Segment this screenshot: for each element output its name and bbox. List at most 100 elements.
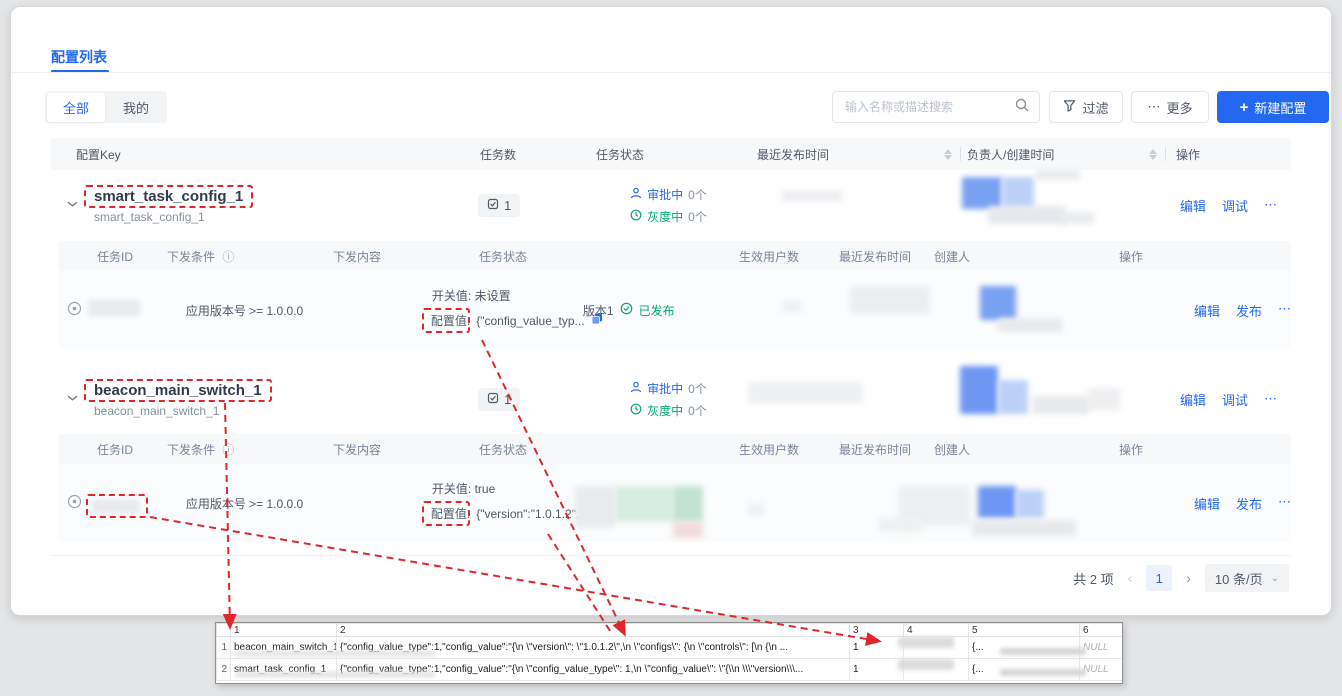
chevron-down-icon[interactable] bbox=[67, 394, 78, 404]
edit-link[interactable]: 编辑 bbox=[1180, 390, 1206, 409]
config-label: 配置值: bbox=[431, 505, 470, 522]
more-button[interactable]: ⋯ 更多 bbox=[1131, 91, 1209, 123]
config-key-link[interactable]: smart_task_config_1 bbox=[84, 185, 253, 208]
table-row: beacon_main_switch_1 beacon_main_switch_… bbox=[51, 364, 1291, 434]
table-header: 配置Key 任务数 任务状态 最近发布时间 负责人/创建时间 操作 bbox=[51, 138, 1291, 170]
edit-link[interactable]: 编辑 bbox=[1180, 196, 1206, 215]
screenshot-stage: 配置列表 全部 我的 过滤 ⋯ 更多 + 新建配置 bbox=[0, 0, 1342, 696]
info-icon[interactable]: ⓘ bbox=[222, 250, 234, 264]
db-col-3: 3 bbox=[850, 624, 904, 637]
person-icon bbox=[630, 381, 642, 396]
db-col-4: 4 bbox=[904, 624, 969, 637]
next-page-icon[interactable]: › bbox=[1186, 570, 1191, 586]
db-col-1: 1 bbox=[231, 624, 337, 637]
more-label: 更多 bbox=[1166, 98, 1192, 117]
sub-edit-link[interactable]: 编辑 bbox=[1194, 494, 1220, 513]
config-key-link[interactable]: beacon_main_switch_1 bbox=[84, 379, 272, 402]
clipboard-check-icon bbox=[487, 198, 499, 213]
owner-redacted bbox=[961, 170, 1166, 240]
scope-segmented-control: 全部 我的 bbox=[45, 91, 167, 123]
tab-all[interactable]: 全部 bbox=[47, 93, 105, 122]
debug-link[interactable]: 调试 bbox=[1222, 390, 1248, 409]
expanded-task-panel: 任务ID 下发条件 ⓘ 下发内容 任务状态 生效用户数 最近发布时间 创建人 操… bbox=[59, 241, 1291, 349]
row-more-icon[interactable]: ⋯ bbox=[1264, 197, 1277, 213]
sub-publish-link[interactable]: 发布 bbox=[1236, 494, 1262, 513]
column-sub-status: 任务状态 bbox=[473, 441, 739, 458]
page-size-select[interactable]: 10 条/页 ⌄ bbox=[1205, 564, 1289, 592]
task-condition: 应用版本号 >= 1.0.0.0 bbox=[158, 495, 320, 512]
sub-publish-link[interactable]: 发布 bbox=[1236, 301, 1262, 320]
ellipsis-icon: ⋯ bbox=[1147, 99, 1160, 115]
check-circle-icon bbox=[620, 302, 633, 318]
status-gray-count: 0个 bbox=[688, 208, 707, 225]
db-null-cell: NULL bbox=[1080, 659, 1124, 681]
config-value-annotated: 配置值: {"config_value_typ... bbox=[422, 308, 470, 333]
db-col-2: 2 bbox=[337, 624, 850, 637]
prev-page-icon[interactable]: ‹ bbox=[1128, 570, 1133, 586]
status-approving-count: 0个 bbox=[688, 380, 707, 397]
column-task-id: 任务ID bbox=[87, 441, 159, 458]
status-approving-label: 审批中 bbox=[647, 186, 683, 203]
sort-icon[interactable] bbox=[944, 149, 952, 160]
page-title[interactable]: 配置列表 bbox=[51, 47, 107, 67]
total-count: 共 2 项 bbox=[1073, 569, 1113, 588]
column-actions: 操作 bbox=[1166, 138, 1291, 170]
status-gray-label: 灰度中 bbox=[647, 208, 683, 225]
owner-redacted bbox=[961, 364, 1166, 434]
tab-mine[interactable]: 我的 bbox=[107, 93, 165, 122]
column-creator: 创建人 bbox=[934, 441, 1099, 458]
db-config-key: beacon_main_switch_1 bbox=[231, 637, 337, 659]
published-state: 已发布 bbox=[639, 302, 675, 319]
expanded-task-panel: 任务ID 下发条件 ⓘ 下发内容 任务状态 生效用户数 最近发布时间 创建人 操… bbox=[59, 434, 1291, 542]
column-task-count: 任务数 bbox=[466, 138, 586, 170]
clipboard-check-icon bbox=[487, 392, 499, 407]
db-config-json: {"config_value_type":1,"config_value":"{… bbox=[337, 659, 850, 681]
search-input[interactable] bbox=[843, 99, 1015, 115]
search-box[interactable] bbox=[832, 91, 1040, 123]
config-value: {"version":"1.0.1.2"... bbox=[476, 507, 586, 521]
row-more-icon[interactable]: ⋯ bbox=[1264, 391, 1277, 407]
column-content: 下发内容 bbox=[323, 441, 473, 458]
sort-icon[interactable] bbox=[1149, 149, 1157, 160]
pagination-divider bbox=[51, 555, 1291, 556]
sub-edit-link[interactable]: 编辑 bbox=[1194, 301, 1220, 320]
clock-icon bbox=[630, 403, 642, 418]
status-approving-count: 0个 bbox=[688, 186, 707, 203]
config-key-subtitle: smart_task_config_1 bbox=[84, 210, 205, 224]
column-users: 生效用户数 bbox=[739, 248, 839, 265]
create-label: 新建配置 bbox=[1254, 98, 1306, 117]
column-task-status: 任务状态 bbox=[586, 138, 751, 170]
task-count-badge: 1 bbox=[478, 388, 520, 411]
chevron-down-icon[interactable] bbox=[67, 200, 78, 210]
db-config-key: smart_task_config_1 bbox=[231, 659, 337, 681]
expand-circle-icon[interactable] bbox=[67, 498, 82, 512]
config-value-annotated: 配置值: {"version":"1.0.1.2"... bbox=[422, 501, 470, 526]
column-config-key: 配置Key bbox=[51, 138, 466, 170]
info-icon[interactable]: ⓘ bbox=[222, 443, 234, 457]
status-gray-label: 灰度中 bbox=[647, 402, 683, 419]
debug-link[interactable]: 调试 bbox=[1222, 196, 1248, 215]
task-count-badge: 1 bbox=[478, 194, 520, 217]
column-owner: 负责人/创建时间 bbox=[961, 138, 1166, 170]
config-label: 配置值: bbox=[431, 312, 470, 329]
db-null-cell: NULL bbox=[1080, 637, 1124, 659]
column-sub-actions: 操作 bbox=[1099, 441, 1291, 458]
sub-more-icon[interactable]: ⋯ bbox=[1278, 301, 1291, 320]
filter-label: 过滤 bbox=[1082, 98, 1108, 117]
filter-button[interactable]: 过滤 bbox=[1049, 91, 1123, 123]
config-list-card: 配置列表 全部 我的 过滤 ⋯ 更多 + 新建配置 bbox=[10, 6, 1332, 616]
expand-circle-icon[interactable] bbox=[67, 305, 82, 319]
db-header-row: 1 2 3 4 5 6 bbox=[217, 624, 1124, 637]
sub-more-icon[interactable]: ⋯ bbox=[1278, 494, 1291, 513]
search-icon[interactable] bbox=[1015, 98, 1029, 117]
column-content: 下发内容 bbox=[323, 248, 473, 265]
db-cell: 1 bbox=[850, 659, 904, 681]
copy-icon[interactable] bbox=[592, 506, 604, 521]
db-cell-redacted bbox=[904, 659, 969, 681]
create-config-button[interactable]: + 新建配置 bbox=[1217, 91, 1329, 123]
column-condition: 下发条件 ⓘ bbox=[159, 441, 323, 458]
config-key-subtitle: beacon_main_switch_1 bbox=[84, 404, 219, 418]
db-row-number: 1 bbox=[217, 637, 231, 659]
page-number[interactable]: 1 bbox=[1146, 565, 1172, 591]
db-col-6: 6 bbox=[1080, 624, 1124, 637]
